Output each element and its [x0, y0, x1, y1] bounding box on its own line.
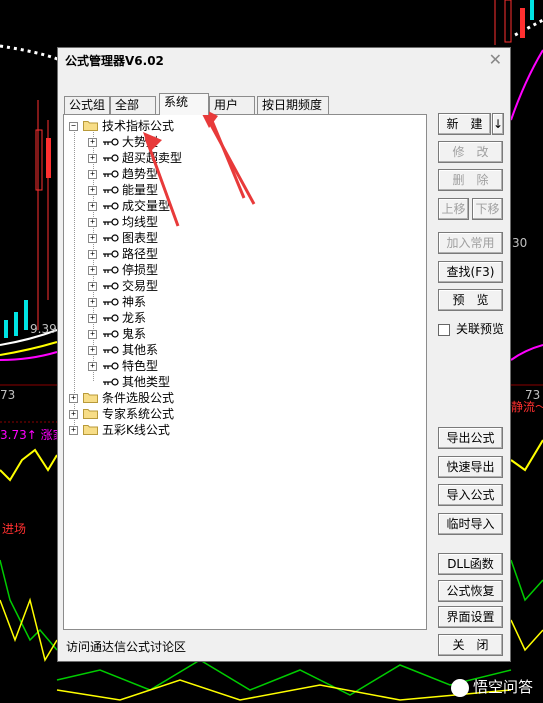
tree-node-tech-indicators[interactable]: − 技术指标公式	[69, 118, 174, 134]
tree-node-formula-type[interactable]: + 趋势型	[88, 166, 158, 182]
folder-icon	[83, 121, 98, 131]
formula-tree[interactable]: − 技术指标公式 + 大势型 + 超买超卖型 + 趋势型 + 能量型 + 成交量型 + 均线型 + 图表型 +…	[63, 114, 427, 630]
tree-node-condition-select[interactable]: + 条件选股公式	[69, 390, 174, 406]
expand-icon[interactable]: +	[69, 394, 78, 403]
expand-icon[interactable]: +	[88, 362, 97, 371]
tree-node-formula-type[interactable]: + 其他系	[88, 342, 158, 358]
link-preview-checkbox[interactable]	[438, 323, 450, 336]
tree-node-formula-type[interactable]: + 超买超卖型	[88, 150, 182, 166]
tree-node-formula-type[interactable]: + 神系	[88, 294, 146, 310]
chart-label: 9.39	[30, 322, 57, 336]
new-dropdown-button[interactable]: ↓	[492, 113, 504, 135]
tree-node-formula-type[interactable]: + 大势型	[88, 134, 158, 150]
tree-node-formula-type[interactable]: 其他类型	[88, 374, 170, 390]
expand-icon[interactable]: +	[88, 202, 97, 211]
tree-node-formula-type[interactable]: + 均线型	[88, 214, 158, 230]
chart-label: 73	[525, 388, 541, 402]
temp-import-button[interactable]: 临时导入	[438, 513, 503, 535]
dll-functions-button[interactable]: DLL函数	[438, 553, 503, 575]
key-icon	[103, 282, 119, 290]
expand-icon[interactable]: +	[88, 298, 97, 307]
modify-button[interactable]: 修 改	[438, 141, 503, 163]
tree-node-expert-system[interactable]: + 专家系统公式	[69, 406, 174, 422]
key-icon	[103, 314, 119, 322]
new-button[interactable]: 新 建	[438, 113, 491, 135]
watermark: 悟空问答	[450, 676, 533, 697]
tree-node-formula-type[interactable]: + 特色型	[88, 358, 158, 374]
expand-icon[interactable]: +	[88, 314, 97, 323]
collapse-icon[interactable]: −	[69, 122, 78, 131]
close-button[interactable]: 关 闭	[438, 634, 503, 656]
tree-node-formula-type[interactable]: + 停损型	[88, 262, 158, 278]
forum-link[interactable]: 访问通达信公式讨论区	[66, 638, 186, 655]
expand-icon[interactable]: +	[88, 234, 97, 243]
expand-icon[interactable]: +	[88, 170, 97, 179]
expand-icon[interactable]: +	[69, 426, 78, 435]
key-icon	[103, 218, 119, 226]
link-preview-option[interactable]: 关联预览	[438, 320, 504, 337]
close-icon[interactable]: ✕	[489, 50, 502, 69]
expand-icon[interactable]: +	[88, 266, 97, 275]
tab-formula-group[interactable]: 公式组	[64, 96, 110, 114]
tree-node-formula-type[interactable]: + 图表型	[88, 230, 158, 246]
formula-manager-dialog: 公式管理器V6.02 ✕ 公式组 全部 系统 用户 按日期频度 − 技术指标公式 …	[57, 47, 511, 662]
key-icon	[103, 298, 119, 306]
expand-icon[interactable]: +	[88, 218, 97, 227]
move-down-button[interactable]: 下移	[472, 198, 503, 220]
folder-icon	[83, 425, 98, 435]
find-button[interactable]: 查找(F3)	[438, 261, 503, 283]
expand-icon[interactable]: +	[69, 410, 78, 419]
key-icon	[103, 378, 119, 386]
expand-icon[interactable]: +	[88, 154, 97, 163]
tab-all[interactable]: 全部	[110, 96, 156, 114]
key-icon	[103, 202, 119, 210]
watermark-logo-icon	[450, 678, 469, 697]
key-icon	[103, 186, 119, 194]
expand-icon[interactable]: +	[88, 186, 97, 195]
preview-button[interactable]: 预 览	[438, 289, 503, 311]
link-preview-label: 关联预览	[456, 322, 505, 336]
folder-icon	[83, 393, 98, 403]
folder-icon	[83, 409, 98, 419]
expand-icon[interactable]: +	[88, 250, 97, 259]
tab-system[interactable]: 系统	[159, 93, 209, 115]
key-icon	[103, 250, 119, 258]
expand-icon[interactable]: +	[88, 282, 97, 291]
chart-label: 进场	[2, 522, 27, 536]
delete-button[interactable]: 删 除	[438, 169, 503, 191]
tree-node-formula-type[interactable]: + 交易型	[88, 278, 158, 294]
move-up-button[interactable]: 上移	[438, 198, 469, 220]
export-formula-button[interactable]: 导出公式	[438, 427, 503, 449]
tree-node-formula-type[interactable]: + 能量型	[88, 182, 158, 198]
key-icon	[103, 330, 119, 338]
key-icon	[103, 138, 119, 146]
key-icon	[103, 234, 119, 242]
chart-label: 3.73↑ 涨家	[0, 428, 65, 442]
tab-date-frequency[interactable]: 按日期频度	[257, 96, 329, 114]
tree-node-formula-type[interactable]: + 鬼系	[88, 326, 146, 342]
import-formula-button[interactable]: 导入公式	[438, 484, 503, 506]
tree-node-formula-type[interactable]: + 成交量型	[88, 198, 170, 214]
tree-node-formula-type[interactable]: + 龙系	[88, 310, 146, 326]
dialog-title: 公式管理器V6.02	[65, 54, 164, 68]
title-bar[interactable]: 公式管理器V6.02 ✕	[58, 48, 510, 72]
restore-formula-button[interactable]: 公式恢复	[438, 580, 503, 602]
ui-settings-button[interactable]: 界面设置	[438, 606, 503, 628]
key-icon	[103, 362, 119, 370]
chart-label: 73	[0, 388, 16, 402]
expand-icon[interactable]: +	[88, 330, 97, 339]
key-icon	[103, 266, 119, 274]
add-common-button[interactable]: 加入常用	[438, 232, 503, 254]
key-icon	[103, 154, 119, 162]
expand-icon[interactable]: +	[88, 138, 97, 147]
quick-export-button[interactable]: 快速导出	[438, 456, 503, 478]
key-icon	[103, 170, 119, 178]
expand-icon[interactable]: +	[88, 346, 97, 355]
key-icon	[103, 346, 119, 354]
tab-user[interactable]: 用户	[209, 96, 255, 114]
tree-node-color-kline[interactable]: + 五彩K线公式	[69, 422, 170, 438]
tree-node-formula-type[interactable]: + 路径型	[88, 246, 158, 262]
chart-label: 30	[512, 236, 528, 250]
